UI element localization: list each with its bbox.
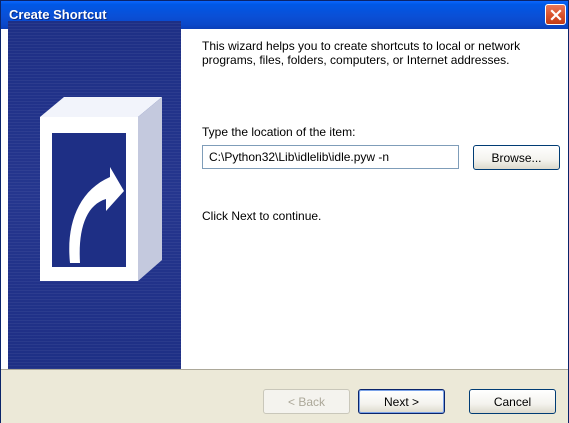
close-button[interactable]: [545, 4, 566, 25]
wizard-footer: < Back Next > Cancel: [1, 369, 568, 423]
cancel-button[interactable]: Cancel: [469, 389, 556, 414]
next-button[interactable]: Next >: [358, 389, 445, 414]
close-icon: [549, 8, 562, 21]
intro-text: This wizard helps you to create shortcut…: [202, 39, 521, 67]
continue-text: Click Next to continue.: [202, 209, 322, 223]
wizard-side-panel: [8, 21, 181, 369]
shortcut-arrow-icon: [40, 97, 162, 281]
back-button[interactable]: < Back: [263, 389, 350, 414]
wizard-content: This wizard helps you to create shortcut…: [202, 39, 560, 223]
browse-button[interactable]: Browse...: [473, 145, 560, 170]
create-shortcut-window: Create Shortcut This wizard helps you to…: [0, 0, 569, 423]
window-title: Create Shortcut: [9, 7, 107, 22]
location-input[interactable]: [202, 145, 459, 169]
location-label: Type the location of the item:: [202, 125, 356, 139]
